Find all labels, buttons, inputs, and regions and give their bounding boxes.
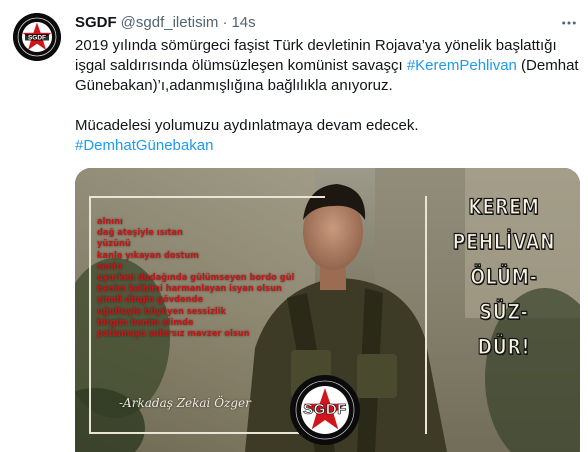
frame-line-bottom xyxy=(89,432,299,434)
more-horizontal-icon xyxy=(562,21,576,25)
poem-signature: -Arkadaş Zekai Özger xyxy=(119,396,251,410)
memorial-title-line: PEHLİVAN xyxy=(452,229,556,254)
poem-line: patlamaya sabırsız mavzer olsun xyxy=(97,328,250,340)
poem-line: şimdi dingin gövdende xyxy=(97,294,204,306)
tweet-media-image[interactable]: alnını dağ ateşiyle ısıtan yüzünü kanla … xyxy=(75,168,580,452)
poem-line: birgün benim elimde xyxy=(97,316,194,328)
memorial-title-line: KEREM xyxy=(468,194,540,219)
memorial-title-line: SÜZ- xyxy=(479,299,529,324)
hashtag-demhatgunebakan[interactable]: #DemhatGünebakan xyxy=(75,137,213,154)
poem-line: dağ ateşiyle ısıtan xyxy=(97,227,183,239)
tweet-card[interactable]: SGDF SGDF @sgdf_iletisim · 14s 2019 yılı… xyxy=(0,0,588,452)
frame-line-right xyxy=(425,196,427,434)
frame-line-top xyxy=(89,196,325,198)
memorial-title: KEREM PEHLİVAN ÖLÜM- SÜZ- DÜR! xyxy=(435,190,573,365)
avatar[interactable]: SGDF xyxy=(13,13,61,61)
poem-block: alnını dağ ateşiyle ısıtan yüzünü kanla … xyxy=(97,216,327,339)
more-options-button[interactable] xyxy=(558,12,580,34)
poem-line: uyurken dudağında gülümseyen bordo gül xyxy=(97,272,295,284)
tweet-paragraph-1: 2019 yılında sömürgeci faşist Türk devle… xyxy=(75,36,580,96)
tweet-header: SGDF @sgdf_iletisim · 14s xyxy=(75,12,256,32)
user-handle[interactable]: @sgdf_iletisim xyxy=(121,14,219,31)
poem-line: kanla yıkayan dostum xyxy=(97,249,199,261)
sgdf-badge-text: SGDF xyxy=(303,401,347,419)
poem-line: senin xyxy=(97,260,123,272)
tweet-timestamp[interactable]: 14s xyxy=(231,14,255,31)
tweet-text: 2019 yılında sömürgeci faşist Türk devle… xyxy=(75,36,580,156)
hashtag-kerempehlivan[interactable]: #KeremPehlivan xyxy=(407,57,517,74)
frame-line-left xyxy=(89,196,91,434)
poem-line: uğultuyla büyüyen sessizlik xyxy=(97,305,227,317)
memorial-title-line: ÖLÜM- xyxy=(470,264,538,289)
display-name[interactable]: SGDF xyxy=(75,14,117,31)
poem-line: benim kalbimi harmanlayan isyan olsun xyxy=(97,283,282,295)
sgdf-star-logo-icon: SGDF xyxy=(13,13,61,61)
sgdf-badge: SGDF xyxy=(289,374,361,446)
svg-text:SGDF: SGDF xyxy=(28,35,46,42)
memorial-title-line: DÜR! xyxy=(477,334,531,359)
separator-dot: · xyxy=(222,13,228,31)
tweet-paragraph-2: Mücadelesi yolumuzu aydınlatmaya devam e… xyxy=(75,117,419,134)
tweet-paragraph-3: #DemhatGünebakan xyxy=(75,136,580,156)
poem-line: yüzünü xyxy=(97,238,131,250)
poem-line: alnını xyxy=(97,216,123,227)
